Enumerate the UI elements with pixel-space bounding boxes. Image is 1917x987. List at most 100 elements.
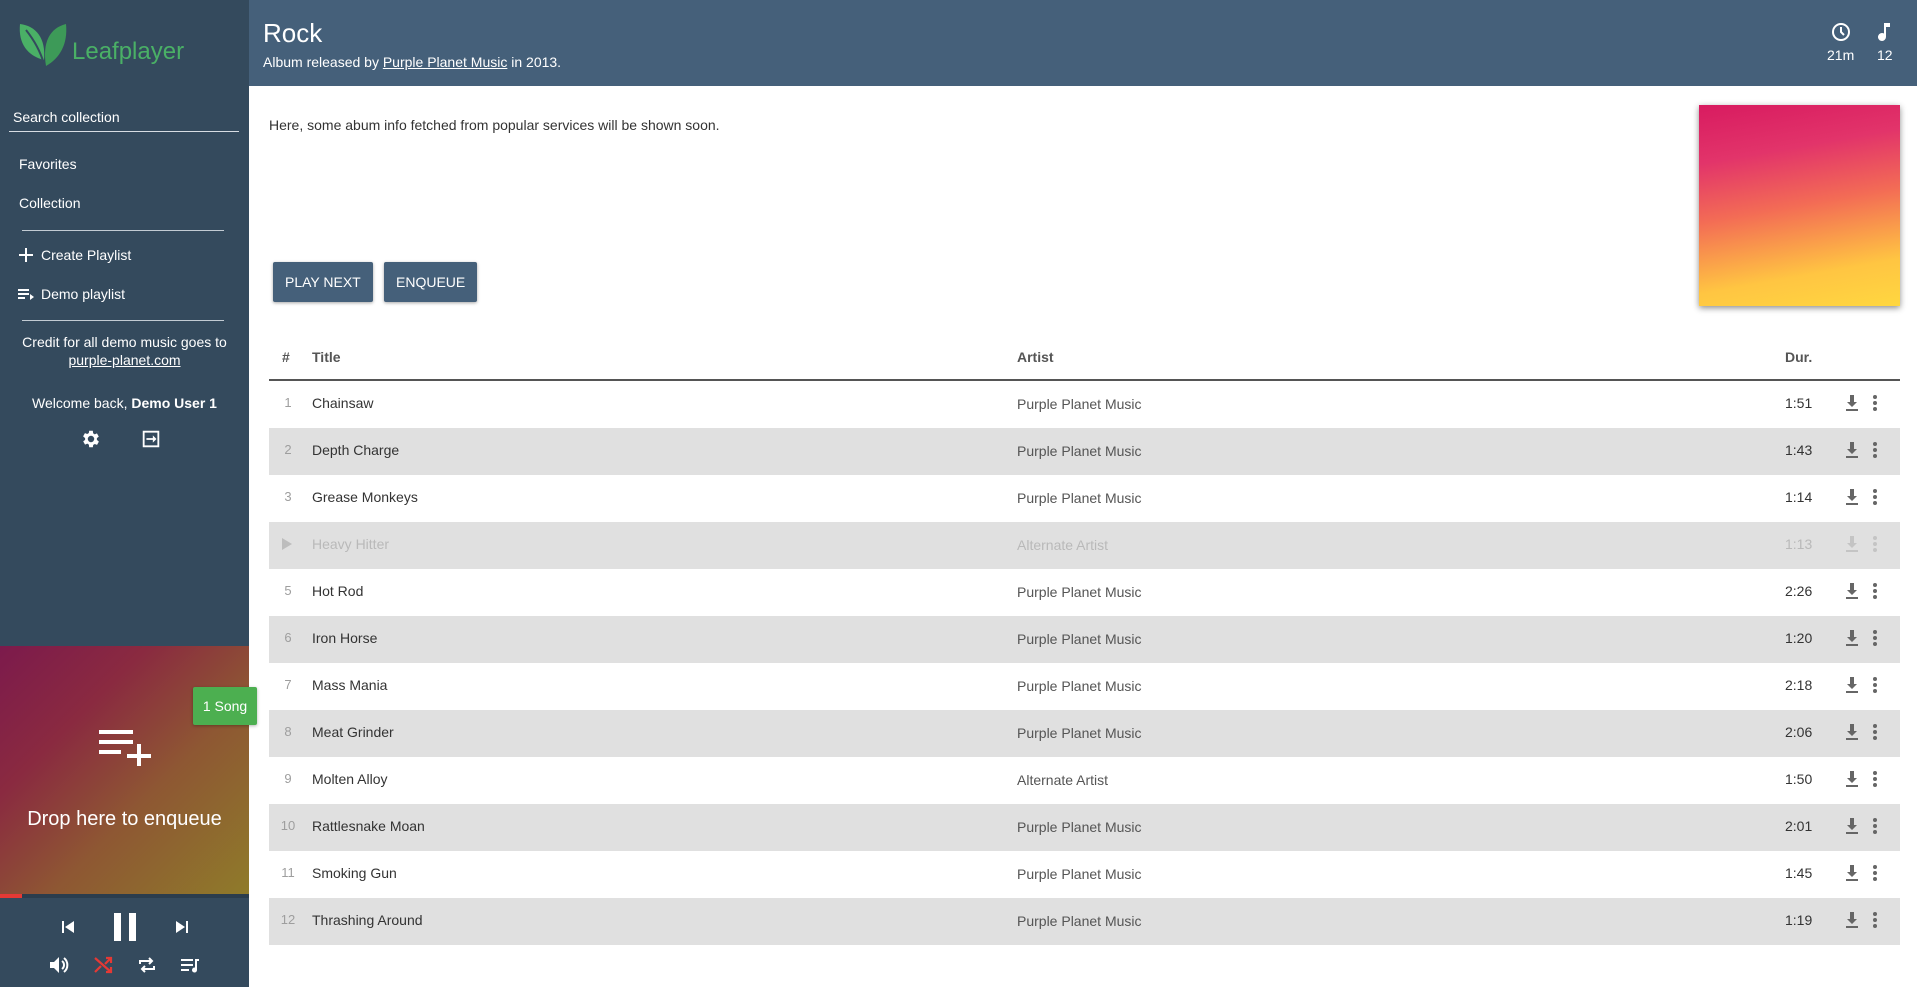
track-number: 12 [280, 912, 296, 927]
download-icon[interactable] [1844, 817, 1860, 835]
table-row[interactable]: 10 Rattlesnake Moan Purple Planet Music … [269, 804, 1900, 851]
leaf-icon [19, 24, 67, 66]
track-number: 5 [284, 583, 292, 598]
table-row[interactable]: 6 Iron Horse Purple Planet Music 1:20 [269, 616, 1900, 663]
download-icon[interactable] [1844, 911, 1860, 929]
track-artist[interactable]: Purple Planet Music [1017, 819, 1142, 835]
track-artist[interactable]: Purple Planet Music [1017, 443, 1142, 459]
track-artist[interactable]: Purple Planet Music [1017, 631, 1142, 647]
shuffle-icon[interactable] [93, 955, 113, 975]
credit-text: Credit for all demo music goes to purple… [0, 333, 249, 369]
track-artist[interactable]: Purple Planet Music [1017, 396, 1142, 412]
settings-icon[interactable] [80, 428, 102, 450]
nav-collection[interactable]: Collection [19, 195, 80, 211]
track-title: Chainsaw [312, 395, 374, 411]
skip-next-icon[interactable] [174, 919, 190, 935]
track-artist[interactable]: Purple Planet Music [1017, 866, 1142, 882]
table-row[interactable]: 5 Hot Rod Purple Planet Music 2:26 [269, 569, 1900, 616]
album-subtitle: Album released by Purple Planet Music in… [263, 54, 561, 70]
download-icon[interactable] [1844, 676, 1860, 694]
table-row[interactable]: Heavy Hitter Alternate Artist 1:13 [269, 522, 1900, 569]
drag-count-badge: 1 Song [193, 687, 257, 725]
column-title[interactable]: Title [312, 349, 341, 365]
nav-favorites[interactable]: Favorites [19, 156, 77, 172]
track-number: 11 [281, 865, 295, 880]
logo[interactable]: Leafplayer [16, 18, 184, 70]
repeat-icon[interactable] [137, 955, 157, 975]
artist-link[interactable]: Purple Planet Music [383, 54, 508, 70]
create-playlist-button[interactable]: Create Playlist [19, 246, 131, 264]
more-vert-icon[interactable] [1872, 817, 1878, 835]
queue-icon[interactable] [180, 956, 200, 974]
table-row[interactable]: 3 Grease Monkeys Purple Planet Music 1:1… [269, 475, 1900, 522]
playlist-icon [17, 285, 41, 303]
track-title: Molten Alloy [312, 771, 388, 787]
enqueue-dropzone[interactable]: Drop here to enqueue [0, 646, 249, 894]
clock-icon [1827, 20, 1854, 44]
column-artist[interactable]: Artist [1017, 349, 1054, 365]
table-row[interactable]: 2 Depth Charge Purple Planet Music 1:43 [269, 428, 1900, 475]
volume-icon[interactable] [48, 955, 70, 975]
download-icon[interactable] [1844, 441, 1860, 459]
welcome-user: Demo User 1 [131, 395, 217, 411]
pause-icon[interactable] [111, 912, 139, 942]
page-title: Rock [263, 18, 323, 48]
track-duration: 1:19 [1785, 912, 1813, 928]
more-vert-icon[interactable] [1872, 394, 1878, 412]
download-icon[interactable] [1844, 629, 1860, 647]
sidebar-divider [22, 230, 224, 231]
account-actions [80, 428, 162, 450]
track-duration: 1:20 [1785, 630, 1813, 646]
track-title: Iron Horse [312, 630, 378, 646]
download-icon[interactable] [1844, 394, 1860, 412]
track-rows: 1 Chainsaw Purple Planet Music 1:51 2 De… [269, 381, 1900, 945]
track-artist[interactable]: Purple Planet Music [1017, 584, 1142, 600]
more-vert-icon[interactable] [1872, 629, 1878, 647]
track-duration: 1:51 [1785, 395, 1813, 411]
more-vert-icon[interactable] [1872, 864, 1878, 882]
table-row[interactable]: 7 Mass Mania Purple Planet Music 2:18 [269, 663, 1900, 710]
track-artist[interactable]: Purple Planet Music [1017, 725, 1142, 741]
download-icon[interactable] [1844, 723, 1860, 741]
column-duration[interactable]: Dur. [1785, 349, 1812, 365]
playback-progress[interactable] [0, 894, 249, 898]
more-vert-icon[interactable] [1872, 488, 1878, 506]
track-title: Hot Rod [312, 583, 364, 599]
track-artist[interactable]: Purple Planet Music [1017, 678, 1142, 694]
sidebar-item-demo-playlist[interactable]: Demo playlist [17, 285, 125, 303]
track-artist[interactable]: Purple Planet Music [1017, 913, 1142, 929]
track-artist[interactable]: Alternate Artist [1017, 772, 1108, 788]
track-artist[interactable]: Purple Planet Music [1017, 490, 1142, 506]
credit-link[interactable]: purple-planet.com [68, 352, 180, 368]
logout-icon[interactable] [140, 428, 162, 450]
track-title: Meat Grinder [312, 724, 394, 740]
music-note-icon [1877, 20, 1893, 44]
table-row[interactable]: 11 Smoking Gun Purple Planet Music 1:45 [269, 851, 1900, 898]
table-row[interactable]: 9 Molten Alloy Alternate Artist 1:50 [269, 757, 1900, 804]
album-duration: 21m [1827, 20, 1854, 63]
more-vert-icon[interactable] [1872, 723, 1878, 741]
track-title: Grease Monkeys [312, 489, 418, 505]
play-next-button[interactable]: PLAY NEXT [273, 262, 373, 302]
more-vert-icon[interactable] [1872, 911, 1878, 929]
enqueue-button[interactable]: ENQUEUE [384, 262, 478, 302]
more-vert-icon[interactable] [1872, 535, 1878, 553]
download-icon[interactable] [1844, 488, 1860, 506]
track-artist[interactable]: Alternate Artist [1017, 537, 1108, 553]
track-table: # Title Artist Dur. 1 Chainsaw Purple Pl… [269, 337, 1900, 945]
skip-previous-icon[interactable] [60, 919, 76, 935]
table-row[interactable]: 12 Thrashing Around Purple Planet Music … [269, 898, 1900, 945]
table-row[interactable]: 1 Chainsaw Purple Planet Music 1:51 [269, 381, 1900, 428]
search-input[interactable] [9, 104, 239, 130]
track-duration: 1:43 [1785, 442, 1813, 458]
more-vert-icon[interactable] [1872, 676, 1878, 694]
more-vert-icon[interactable] [1872, 441, 1878, 459]
download-icon[interactable] [1844, 535, 1860, 553]
download-icon[interactable] [1844, 770, 1860, 788]
download-icon[interactable] [1844, 582, 1860, 600]
download-icon[interactable] [1844, 864, 1860, 882]
column-num[interactable]: # [282, 349, 290, 365]
table-row[interactable]: 8 Meat Grinder Purple Planet Music 2:06 [269, 710, 1900, 757]
more-vert-icon[interactable] [1872, 770, 1878, 788]
more-vert-icon[interactable] [1872, 582, 1878, 600]
